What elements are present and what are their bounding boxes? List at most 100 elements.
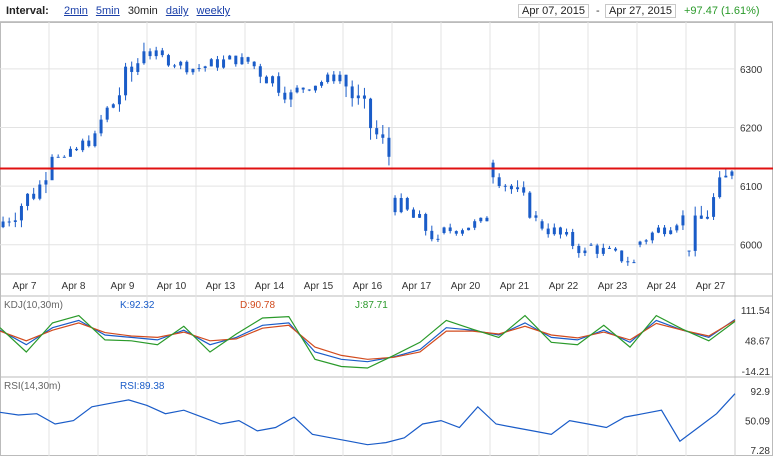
candle-body bbox=[479, 217, 483, 222]
candle-body bbox=[356, 95, 360, 99]
candle-body bbox=[638, 241, 642, 245]
candle-body bbox=[565, 231, 569, 235]
candle-body bbox=[301, 87, 305, 90]
candle-body bbox=[454, 231, 458, 234]
candle-body bbox=[283, 92, 287, 100]
candle-body bbox=[393, 197, 397, 213]
date-tick-label: Apr 10 bbox=[157, 281, 187, 292]
candle-body bbox=[509, 185, 513, 190]
candle-body bbox=[258, 66, 262, 77]
candle-body bbox=[1, 221, 5, 228]
candle-body bbox=[87, 140, 91, 147]
candle-body bbox=[332, 74, 336, 82]
candle-body bbox=[650, 232, 654, 241]
date-tick-label: Apr 7 bbox=[13, 281, 37, 292]
candle-body bbox=[209, 59, 213, 67]
date-tick-label: Apr 20 bbox=[451, 281, 481, 292]
candle-body bbox=[718, 177, 722, 198]
candle-body bbox=[173, 65, 177, 67]
candle-body bbox=[430, 230, 434, 240]
candle-body bbox=[130, 66, 134, 72]
rsi-tick-label: 92.9 bbox=[751, 387, 771, 398]
kdj-tick-label: -14.21 bbox=[742, 367, 771, 378]
candle-body bbox=[473, 221, 477, 228]
price-tick-label: 6100 bbox=[740, 182, 763, 193]
candle-body bbox=[571, 231, 575, 246]
candle-body bbox=[730, 171, 734, 176]
chart-canvas: 6000 6100 6200 6300 Apr 7 Apr 8 Apr 9 Apr 10 Apr… bbox=[0, 22, 773, 456]
date-tick-label: Apr 8 bbox=[62, 281, 86, 292]
candle-body bbox=[644, 240, 648, 242]
candle-body bbox=[264, 76, 268, 84]
candle-body bbox=[503, 185, 507, 187]
candle-body bbox=[246, 57, 250, 62]
candle-body bbox=[148, 51, 152, 57]
price-series bbox=[1, 42, 734, 266]
price-tick-label: 6000 bbox=[740, 241, 763, 252]
candle-body bbox=[375, 128, 379, 135]
candle-body bbox=[166, 55, 170, 66]
candle-body bbox=[75, 148, 79, 151]
candle-body bbox=[191, 68, 195, 73]
candle-body bbox=[491, 162, 495, 178]
candle-body bbox=[313, 85, 317, 91]
candle-body bbox=[203, 66, 207, 69]
candle-body bbox=[497, 177, 501, 186]
candle-body bbox=[540, 221, 544, 229]
candle-body bbox=[693, 215, 697, 251]
candle-body bbox=[675, 225, 679, 231]
candle-body bbox=[724, 175, 728, 178]
candle-body bbox=[228, 55, 232, 60]
candle-body bbox=[62, 156, 66, 158]
rsi-panel-label: RSI(14,30m) bbox=[4, 381, 61, 392]
rsi-line-0 bbox=[0, 393, 736, 446]
kdj-legend-2: J:87.71 bbox=[355, 300, 388, 311]
candle-body bbox=[234, 55, 238, 65]
candle-body bbox=[467, 227, 471, 231]
candle-body bbox=[320, 82, 324, 86]
candle-body bbox=[405, 198, 409, 210]
candle-body bbox=[32, 193, 36, 199]
date-tick-label: Apr 24 bbox=[647, 281, 677, 292]
candle-body bbox=[418, 214, 422, 218]
candle-body bbox=[307, 89, 311, 91]
candle-body bbox=[252, 61, 256, 67]
chart-frame bbox=[0, 22, 773, 456]
candle-body bbox=[124, 66, 128, 96]
kdj-legend-0: K:92.32 bbox=[120, 300, 155, 311]
candle-body bbox=[362, 95, 366, 99]
candle-body bbox=[522, 187, 526, 193]
kdj-line-2 bbox=[0, 314, 736, 369]
kdj-legend-1: D:90.78 bbox=[240, 300, 275, 311]
candle-body bbox=[411, 209, 415, 218]
candle-body bbox=[26, 193, 30, 206]
candle-body bbox=[38, 184, 42, 199]
candle-body bbox=[656, 227, 660, 233]
date-tick-label: Apr 16 bbox=[353, 281, 383, 292]
candle-body bbox=[546, 228, 550, 235]
candle-body bbox=[442, 227, 446, 233]
candle-body bbox=[485, 217, 489, 222]
candle-body bbox=[687, 250, 691, 252]
candle-body bbox=[516, 187, 520, 190]
candle-body bbox=[369, 98, 373, 129]
candle-body bbox=[344, 74, 348, 87]
date-tick-label: Apr 22 bbox=[549, 281, 579, 292]
candle-body bbox=[56, 156, 60, 158]
candle-body bbox=[19, 205, 23, 221]
candle-body bbox=[105, 107, 109, 120]
date-tick-label: Apr 17 bbox=[402, 281, 432, 292]
date-tick-label: Apr 23 bbox=[598, 281, 628, 292]
candle-body bbox=[387, 137, 391, 157]
candle-body bbox=[424, 214, 428, 231]
candle-body bbox=[558, 227, 562, 235]
candle-body bbox=[338, 74, 342, 82]
candle-body bbox=[179, 61, 183, 66]
candle-body bbox=[197, 68, 201, 70]
candle-body bbox=[448, 227, 452, 232]
candle-body bbox=[620, 250, 624, 262]
candle-body bbox=[222, 59, 226, 68]
candle-body bbox=[712, 197, 716, 217]
candle-body bbox=[669, 230, 673, 235]
candle-body bbox=[68, 148, 72, 157]
